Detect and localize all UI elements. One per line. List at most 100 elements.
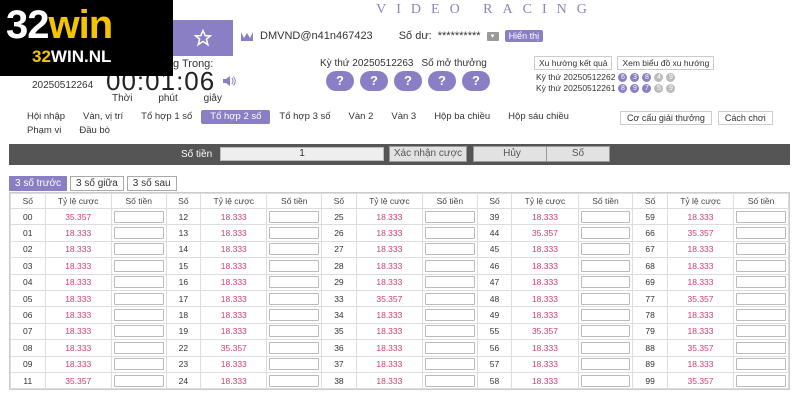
amount-input[interactable] bbox=[736, 374, 786, 387]
amount-input[interactable] bbox=[736, 276, 786, 289]
amount-input[interactable] bbox=[425, 309, 475, 322]
amount-input[interactable] bbox=[113, 292, 164, 305]
amount-input[interactable] bbox=[580, 358, 631, 371]
amount-cell bbox=[110, 371, 167, 390]
amount-cell bbox=[577, 339, 634, 357]
amount-input[interactable]: 1 bbox=[220, 147, 384, 161]
show-balance-button[interactable]: Hiển thị bbox=[504, 30, 544, 42]
amount-input[interactable] bbox=[736, 358, 786, 371]
odds-cell: 35.357 bbox=[666, 371, 735, 390]
odds-cell: 18.333 bbox=[44, 339, 112, 357]
amount-input[interactable] bbox=[269, 309, 320, 322]
amount-input[interactable] bbox=[736, 325, 786, 338]
amount-input[interactable] bbox=[425, 259, 475, 272]
amount-input[interactable] bbox=[580, 309, 631, 322]
amount-input[interactable] bbox=[269, 276, 320, 289]
amount-input[interactable] bbox=[269, 374, 320, 387]
cancel-button[interactable]: Hủy bbox=[473, 146, 551, 162]
amount-input[interactable] bbox=[580, 210, 631, 223]
tab-row1-1[interactable]: Vàn, vị trí bbox=[74, 110, 132, 124]
tab-row1-3[interactable]: Tổ hợp 2 số bbox=[201, 110, 271, 124]
number-button[interactable]: Số bbox=[546, 146, 610, 162]
amount-input[interactable] bbox=[580, 259, 631, 272]
amount-input[interactable] bbox=[580, 243, 631, 256]
amount-cell bbox=[422, 322, 478, 341]
amount-input[interactable] bbox=[580, 374, 631, 387]
amount-input[interactable] bbox=[269, 325, 320, 338]
amount-input[interactable] bbox=[113, 358, 164, 371]
amount-input[interactable] bbox=[269, 358, 320, 371]
amount-input[interactable] bbox=[269, 259, 320, 272]
tab-row1-8[interactable]: Hộp sáu chiều bbox=[499, 110, 578, 124]
prize-structure-button[interactable]: Cơ cấu giải thưởng bbox=[620, 111, 712, 125]
amount-input[interactable] bbox=[113, 210, 164, 223]
amount-input[interactable] bbox=[113, 276, 164, 289]
tab-row1-6[interactable]: Vàn 3 bbox=[382, 110, 425, 124]
odds-cell: 18.333 bbox=[666, 273, 735, 291]
amount-input[interactable] bbox=[425, 210, 475, 223]
amount-input[interactable] bbox=[736, 259, 786, 272]
odds-cell: 18.333 bbox=[200, 257, 268, 275]
timer-units: Thời phút giây bbox=[112, 93, 222, 104]
amount-input[interactable] bbox=[580, 341, 631, 354]
odds-cell: 18.333 bbox=[200, 273, 268, 291]
amount-input[interactable] bbox=[425, 358, 475, 371]
odds-cell: 18.333 bbox=[355, 257, 424, 275]
tab-row1-0[interactable]: Hội nhập bbox=[18, 110, 74, 124]
draw-ball: ? bbox=[394, 71, 422, 91]
amount-input[interactable] bbox=[736, 341, 786, 354]
amount-input[interactable] bbox=[113, 259, 164, 272]
tab-row2-1[interactable]: Đầu bò bbox=[70, 124, 119, 138]
amount-input[interactable] bbox=[736, 292, 786, 305]
amount-input[interactable] bbox=[580, 325, 631, 338]
amount-input[interactable] bbox=[113, 243, 164, 256]
amount-input[interactable] bbox=[269, 243, 320, 256]
amount-input[interactable] bbox=[736, 227, 786, 240]
tab-row1-5[interactable]: Vàn 2 bbox=[340, 110, 383, 124]
amount-input[interactable] bbox=[113, 227, 164, 240]
result-trend-button[interactable]: Xu hướng kết quả bbox=[534, 56, 613, 70]
amount-input[interactable] bbox=[736, 210, 786, 223]
chart-trend-button[interactable]: Xem biểu đồ xu hướng bbox=[617, 56, 715, 70]
amount-input[interactable] bbox=[425, 374, 475, 387]
odds-cell: 18.333 bbox=[200, 355, 268, 373]
number-cell: 55 bbox=[476, 322, 513, 341]
amount-input[interactable] bbox=[113, 341, 164, 354]
number-cell: 47 bbox=[476, 273, 513, 291]
amount-input[interactable] bbox=[580, 276, 631, 289]
result-ball: 9 bbox=[666, 73, 676, 82]
amount-input[interactable] bbox=[113, 309, 164, 322]
amount-input[interactable] bbox=[425, 243, 475, 256]
amount-input[interactable] bbox=[736, 309, 786, 322]
amount-label: Số tiền bbox=[181, 149, 213, 160]
amount-input[interactable] bbox=[425, 276, 475, 289]
amount-input[interactable] bbox=[269, 292, 320, 305]
amount-input[interactable] bbox=[736, 243, 786, 256]
amount-input[interactable] bbox=[425, 341, 475, 354]
tab-row1-4[interactable]: Tổ hợp 3 số bbox=[270, 110, 339, 124]
amount-cell bbox=[266, 240, 323, 259]
amount-input[interactable] bbox=[269, 210, 320, 223]
position-tab-1[interactable]: 3 số giữa bbox=[70, 176, 124, 191]
tab-row2-0[interactable]: Phạm vi bbox=[18, 124, 70, 138]
amount-input[interactable] bbox=[425, 325, 475, 338]
amount-input[interactable] bbox=[269, 227, 320, 240]
amount-input[interactable] bbox=[269, 341, 320, 354]
amount-input[interactable] bbox=[113, 374, 164, 387]
number-cell: 05 bbox=[10, 289, 46, 308]
chevron-down-icon[interactable]: ▾ bbox=[486, 31, 499, 41]
position-tab-0[interactable]: 3 số trước bbox=[9, 176, 68, 191]
position-tab-2[interactable]: 3 số sau bbox=[126, 176, 177, 191]
tab-row1-2[interactable]: Tổ hợp 1 số bbox=[132, 110, 201, 124]
speaker-icon[interactable] bbox=[222, 74, 236, 91]
amount-input[interactable] bbox=[580, 227, 631, 240]
amount-input[interactable] bbox=[113, 325, 164, 338]
amount-input[interactable] bbox=[425, 292, 475, 305]
favorite-button[interactable] bbox=[173, 20, 233, 56]
amount-input[interactable] bbox=[425, 227, 475, 240]
confirm-bet-button[interactable]: Xác nhận cược bbox=[389, 146, 467, 162]
number-cell: 49 bbox=[476, 306, 513, 324]
amount-input[interactable] bbox=[580, 292, 631, 305]
how-to-play-button[interactable]: Cách chơi bbox=[717, 111, 773, 125]
tab-row1-7[interactable]: Hộp ba chiều bbox=[425, 110, 499, 124]
